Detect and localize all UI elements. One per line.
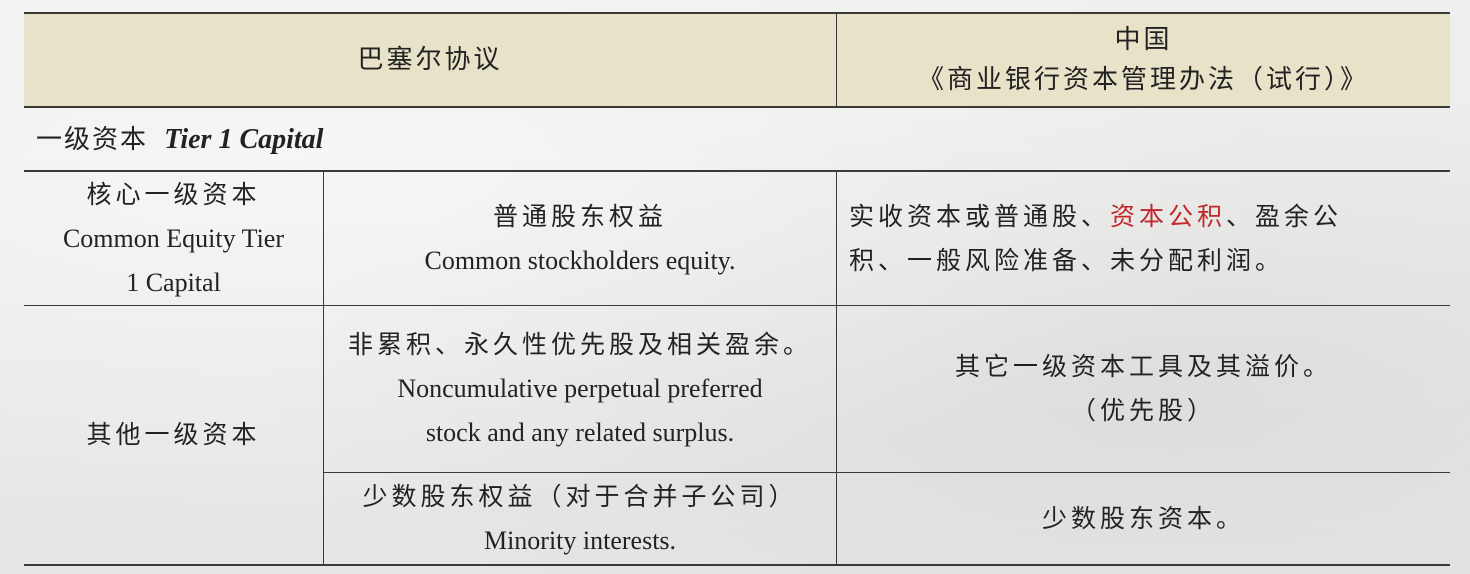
section-title-cn: 一级资本 [36, 125, 149, 155]
section-title-en: Tier 1 Capital [164, 124, 324, 155]
row1-basel: 普通股东权益 Common stockholders equity. [324, 172, 836, 305]
header-basel: 巴塞尔协议 [24, 14, 837, 106]
row1-china-line2: 积、一般风险准备、未分配利润。 [849, 245, 1285, 275]
row1-china-highlight: 资本公积 [1110, 201, 1227, 231]
row1-china-part2: 、盈余公 [1226, 201, 1343, 231]
row2-china-line2: （优先股） [1070, 396, 1216, 425]
row1-category-cn: 核心一级资本 [86, 179, 261, 209]
section-title: 一级资本 Tier 1 Capital [36, 120, 323, 160]
row2-china: 其它一级资本工具及其溢价。 （优先股） [837, 306, 1450, 472]
row3-basel-en: Minority interests. [483, 525, 677, 555]
row2-basel-en-2: stock and any related surplus. [425, 418, 735, 447]
header-china-title: 中国 [1114, 25, 1173, 55]
header-china: 中国 《商业银行资本管理办法（试行）》 [837, 14, 1450, 106]
capital-table: 核心一级资本 Common Equity Tier 1 Capital 普通股东… [24, 170, 1450, 566]
row2-category: 其他一级资本 [24, 306, 323, 564]
row2-china-line1: 其它一级资本工具及其溢价。 [954, 352, 1332, 381]
slide: 巴塞尔协议 中国 《商业银行资本管理办法（试行）》 一级资本 Tier 1 Ca… [24, 12, 1450, 568]
row2-basel: 非累积、永久性优先股及相关盈余。 Noncumulative perpetual… [324, 306, 836, 472]
row2-category-cn: 其他一级资本 [86, 420, 261, 449]
row1-category-en-1: Common Equity Tier [62, 223, 285, 253]
row1-china-line1: 实收资本或普通股、资本公积、盈余公 [849, 195, 1342, 239]
row1-china-part1: 实收资本或普通股、 [849, 201, 1111, 231]
header-china-regulation: 《商业银行资本管理办法（试行）》 [917, 65, 1369, 95]
row2-basel-en-1: Noncumulative perpetual preferred [397, 374, 763, 403]
row1-category-en-2: 1 Capital [126, 267, 221, 297]
row1-category: 核心一级资本 Common Equity Tier 1 Capital [24, 172, 323, 305]
row2-basel-cn: 非累积、永久性优先股及相关盈余。 [347, 330, 812, 359]
row1-basel-cn: 普通股东权益 [492, 201, 667, 231]
row3-china-text: 少数股东资本。 [1041, 503, 1245, 533]
table-header: 巴塞尔协议 中国 《商业银行资本管理办法（试行）》 [24, 12, 1450, 108]
header-basel-label: 巴塞尔协议 [357, 45, 503, 75]
row1-china: 实收资本或普通股、资本公积、盈余公 积、一般风险准备、未分配利润。 [837, 172, 1450, 305]
row3-basel-cn: 少数股东权益（对于合并子公司） [362, 481, 798, 511]
row3-china: 少数股东资本。 [837, 473, 1450, 564]
row3-basel: 少数股东权益（对于合并子公司） Minority interests. [324, 473, 836, 564]
row1-basel-en: Common stockholders equity. [424, 245, 736, 275]
